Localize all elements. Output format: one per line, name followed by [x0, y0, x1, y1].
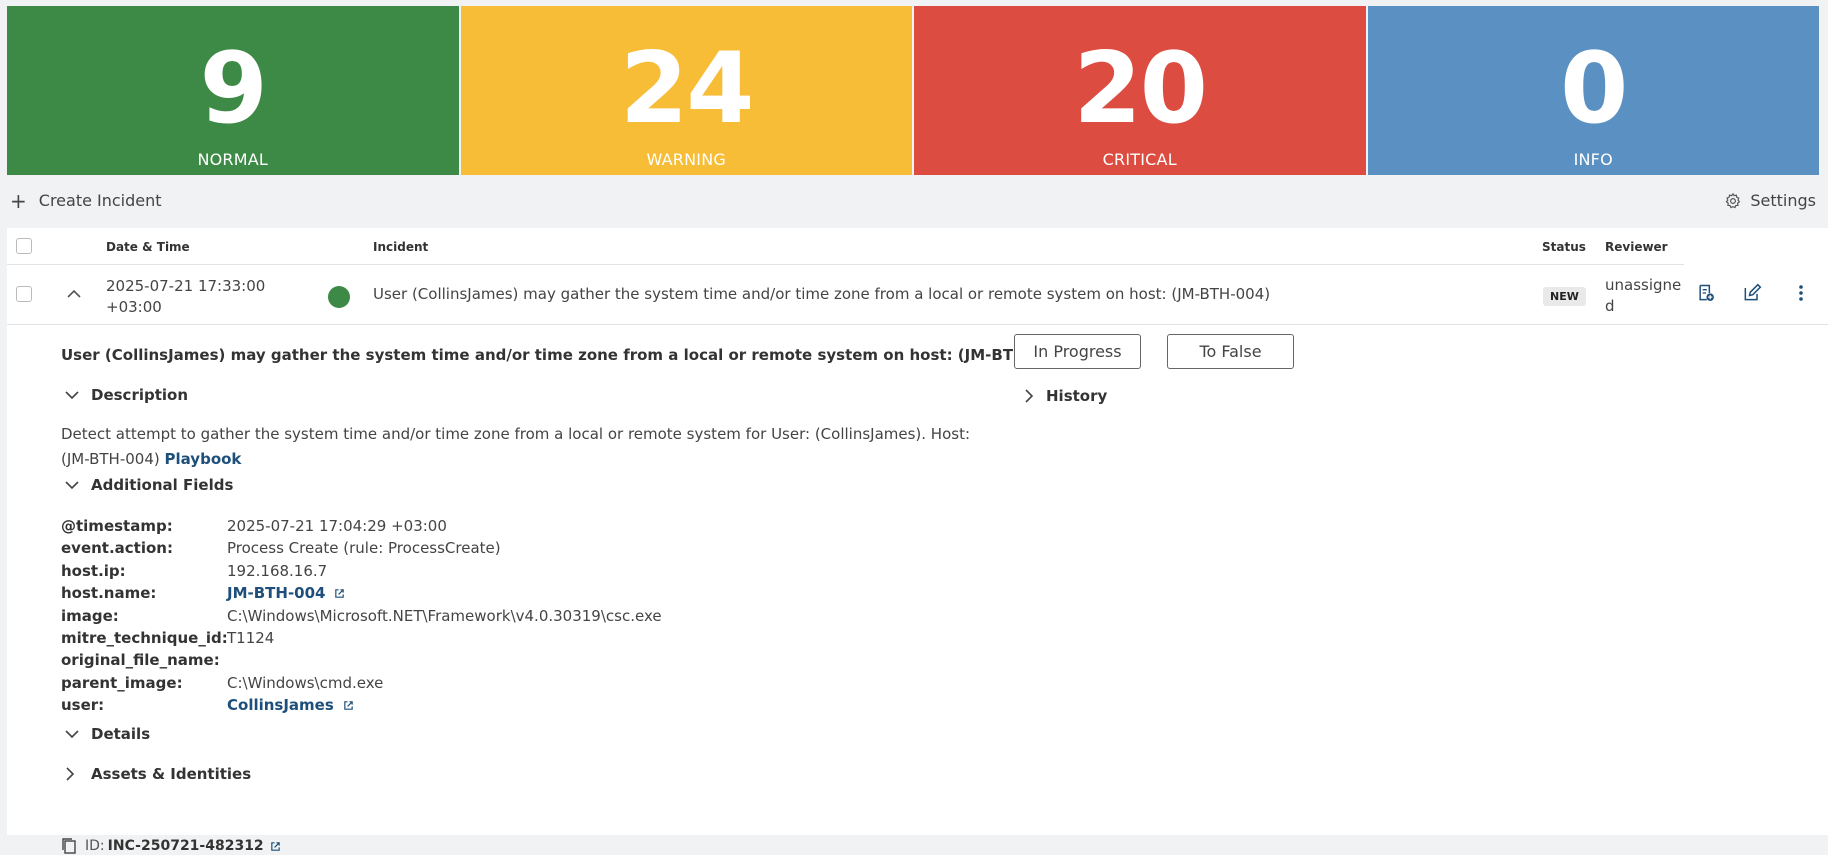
field-value: 2025-07-21 17:04:29 +03:00	[227, 517, 447, 535]
stat-tile-info[interactable]: 0 INFO	[1367, 6, 1819, 175]
field-row: event.action: Process Create (rule: Proc…	[61, 537, 662, 559]
table-row[interactable]: 2025-07-21 17:33:00 +03:00 User (Collins…	[7, 265, 1828, 325]
row-date: 2025-07-21 17:33:00	[106, 277, 266, 295]
field-value: Process Create (rule: ProcessCreate)	[227, 539, 501, 558]
stat-label-critical: CRITICAL	[1102, 150, 1177, 169]
add-to-case-icon[interactable]	[1696, 283, 1716, 303]
external-link-icon[interactable]	[334, 588, 345, 599]
field-key: user:	[61, 696, 105, 715]
user-link[interactable]: CollinsJames	[227, 696, 334, 714]
field-row: parent_image: C:\Windows\cmd.exe	[61, 672, 662, 694]
additional-fields-list: @timestamp: 2025-07-21 17:04:29 +03:00 e…	[61, 515, 662, 717]
details-heading: Details	[91, 725, 151, 743]
plus-icon: +	[10, 188, 27, 213]
details-section-toggle[interactable]: Details	[65, 725, 150, 743]
chevron-right-icon	[66, 767, 75, 781]
gear-icon	[1726, 192, 1741, 208]
column-header-incident[interactable]: Incident	[373, 240, 428, 254]
field-row: image: C:\Windows\Microsoft.NET\Framewor…	[61, 605, 662, 627]
row-date-time: 2025-07-21 17:33:00 +03:00	[106, 276, 265, 318]
external-link-icon[interactable]	[343, 700, 354, 711]
toolbar: + Create Incident Settings	[0, 188, 1828, 216]
detail-title: User (CollinsJames) may gather the syste…	[61, 346, 1070, 364]
stat-tile-normal[interactable]: 9 NORMAL	[7, 6, 459, 175]
edit-icon[interactable]	[1742, 283, 1762, 303]
chevron-up-icon[interactable]	[67, 289, 81, 299]
settings-label: Settings	[1750, 191, 1816, 210]
chevron-down-icon	[65, 481, 79, 490]
chevron-right-icon	[1025, 389, 1034, 403]
field-key: original_file_name:	[61, 651, 220, 670]
incident-detail: User (CollinsJames) may gather the syste…	[7, 325, 1828, 854]
create-incident-button[interactable]: + Create Incident	[10, 188, 162, 213]
status-badge: NEW	[1543, 287, 1586, 306]
history-label: History	[1046, 387, 1108, 405]
field-row: @timestamp: 2025-07-21 17:04:29 +03:00	[61, 515, 662, 537]
column-header-date-time[interactable]: Date & Time	[106, 240, 190, 254]
table-header: Date & Time Incident Status Reviewer	[7, 228, 1684, 265]
incident-id-label: ID:	[85, 838, 105, 854]
field-key: host.name:	[61, 584, 157, 603]
field-row: mitre_technique_id: T1124	[61, 627, 662, 649]
stat-tile-warning[interactable]: 24 WARNING	[460, 6, 912, 175]
settings-button[interactable]: Settings	[1724, 191, 1816, 210]
row-checkbox[interactable]	[16, 286, 32, 302]
field-row: host.ip: 192.168.16.7	[61, 560, 662, 582]
row-reviewer: unassigned	[1605, 276, 1682, 315]
more-options-icon[interactable]	[1797, 283, 1805, 303]
field-value: 192.168.16.7	[227, 561, 328, 580]
severity-indicator	[328, 286, 350, 308]
additional-fields-toggle[interactable]: Additional Fields	[65, 476, 233, 494]
row-timezone: +03:00	[106, 298, 162, 316]
field-key: event.action:	[61, 539, 173, 558]
chevron-down-icon	[65, 391, 79, 400]
column-header-status[interactable]: Status	[1542, 240, 1586, 254]
field-value: T1124	[227, 629, 275, 648]
stat-label-info: INFO	[1573, 150, 1613, 169]
stat-count-critical: 20	[1073, 32, 1208, 146]
incident-id-value: INC-250721-482312	[107, 838, 264, 854]
stat-label-warning: WARNING	[646, 150, 726, 169]
column-header-reviewer[interactable]: Reviewer	[1605, 240, 1668, 254]
description-text: Detect attempt to gather the system time…	[61, 422, 971, 472]
stat-label-normal: NORMAL	[197, 150, 269, 169]
in-progress-button[interactable]: In Progress	[1014, 334, 1141, 369]
external-link-icon[interactable]	[270, 841, 281, 852]
playbook-link[interactable]: Playbook	[165, 450, 242, 468]
host-name-link[interactable]: JM-BTH-004	[227, 584, 326, 602]
severity-summary: 9 NORMAL 24 WARNING 20 CRITICAL 0 INFO	[7, 6, 1819, 175]
history-toggle[interactable]: History	[1024, 387, 1107, 405]
field-key: mitre_technique_id:	[61, 629, 228, 648]
field-row: user: CollinsJames	[61, 694, 662, 716]
chevron-down-icon	[65, 730, 79, 739]
assets-identities-heading: Assets & Identities	[91, 765, 252, 783]
field-row: host.name: JM-BTH-004	[61, 582, 662, 604]
additional-fields-heading: Additional Fields	[91, 476, 234, 494]
field-key: @timestamp:	[61, 517, 173, 535]
field-key: image:	[61, 606, 119, 625]
incidents-table: Date & Time Incident Status Reviewer 202…	[7, 228, 1828, 854]
to-false-button[interactable]: To False	[1167, 334, 1294, 369]
assets-identities-toggle[interactable]: Assets & Identities	[65, 765, 251, 783]
create-incident-label: Create Incident	[38, 191, 162, 210]
description-heading: Description	[91, 386, 189, 404]
field-key: host.ip:	[61, 561, 126, 580]
description-section-toggle[interactable]: Description	[65, 386, 188, 404]
stat-count-normal: 9	[199, 32, 268, 146]
stat-count-warning: 24	[620, 32, 754, 146]
copy-icon[interactable]	[61, 837, 77, 855]
select-all-checkbox[interactable]	[16, 238, 32, 254]
stat-tile-critical[interactable]: 20 CRITICAL	[914, 6, 1366, 175]
field-value: C:\Windows\Microsoft.NET\Framework\v4.0.…	[227, 606, 662, 625]
field-row: original_file_name:	[61, 649, 662, 671]
field-key: parent_image:	[61, 673, 183, 692]
field-value: C:\Windows\cmd.exe	[227, 673, 384, 692]
stat-count-info: 0	[1560, 32, 1628, 146]
incident-id: ID: INC-250721-482312	[61, 837, 281, 855]
row-incident-title[interactable]: User (CollinsJames) may gather the syste…	[373, 285, 1270, 303]
